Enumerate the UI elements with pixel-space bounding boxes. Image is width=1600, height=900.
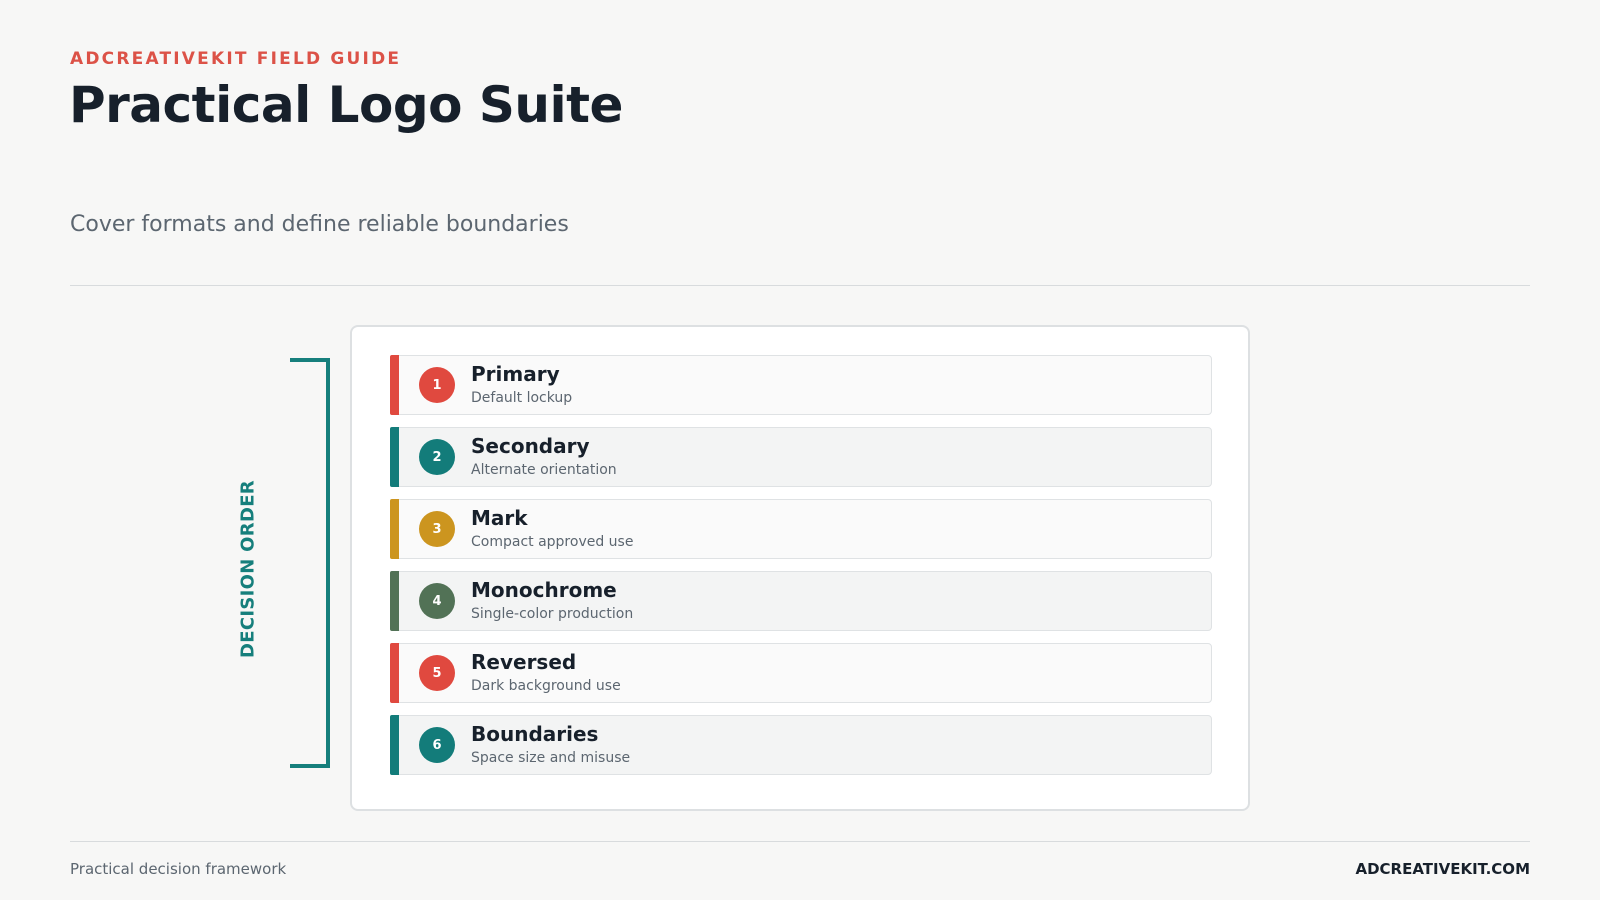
item-name: Primary <box>471 362 560 386</box>
item-number-badge: 5 <box>419 655 455 691</box>
item-name: Secondary <box>471 434 590 458</box>
decision-bracket <box>290 358 330 768</box>
footer-caption: Practical decision framework <box>70 860 287 878</box>
page-subtitle: Cover formats and define reliable bounda… <box>70 212 569 237</box>
footer-site: ADCREATIVEKIT.COM <box>1355 860 1530 878</box>
item-number-badge: 3 <box>419 511 455 547</box>
item-name: Boundaries <box>471 722 599 746</box>
list-item: 6 Boundaries Space size and misuse <box>390 715 1212 775</box>
items-panel: 1 Primary Default lockup 2 Secondary Alt… <box>350 325 1250 811</box>
item-accent-bar <box>390 427 399 487</box>
item-name: Mark <box>471 506 528 530</box>
item-accent-bar <box>390 355 399 415</box>
item-number-badge: 1 <box>419 367 455 403</box>
item-number-badge: 2 <box>419 439 455 475</box>
item-accent-bar <box>390 499 399 559</box>
item-accent-bar <box>390 715 399 775</box>
item-description: Space size and misuse <box>471 750 631 766</box>
item-description: Default lockup <box>471 390 573 406</box>
list-item: 1 Primary Default lockup <box>390 355 1212 415</box>
item-description: Dark background use <box>471 678 621 694</box>
list-item: 4 Monochrome Single-color production <box>390 571 1212 631</box>
item-description: Compact approved use <box>471 534 634 550</box>
list-item: 5 Reversed Dark background use <box>390 643 1212 703</box>
item-description: Single-color production <box>471 606 634 622</box>
item-description: Alternate orientation <box>471 462 617 478</box>
bottom-divider <box>70 841 1530 842</box>
item-list: 1 Primary Default lockup 2 Secondary Alt… <box>390 355 1212 787</box>
decision-order-label: DECISION ORDER <box>237 480 259 658</box>
page-title: Practical Logo Suite <box>69 76 623 134</box>
item-name: Monochrome <box>471 578 617 602</box>
item-name: Reversed <box>471 650 577 674</box>
top-divider <box>70 285 1530 286</box>
item-accent-bar <box>390 643 399 703</box>
list-item: 3 Mark Compact approved use <box>390 499 1212 559</box>
item-accent-bar <box>390 571 399 631</box>
item-number-badge: 4 <box>419 583 455 619</box>
eyebrow-label: ADCREATIVEKIT FIELD GUIDE <box>70 49 402 69</box>
item-number-badge: 6 <box>419 727 455 763</box>
list-item: 2 Secondary Alternate orientation <box>390 427 1212 487</box>
